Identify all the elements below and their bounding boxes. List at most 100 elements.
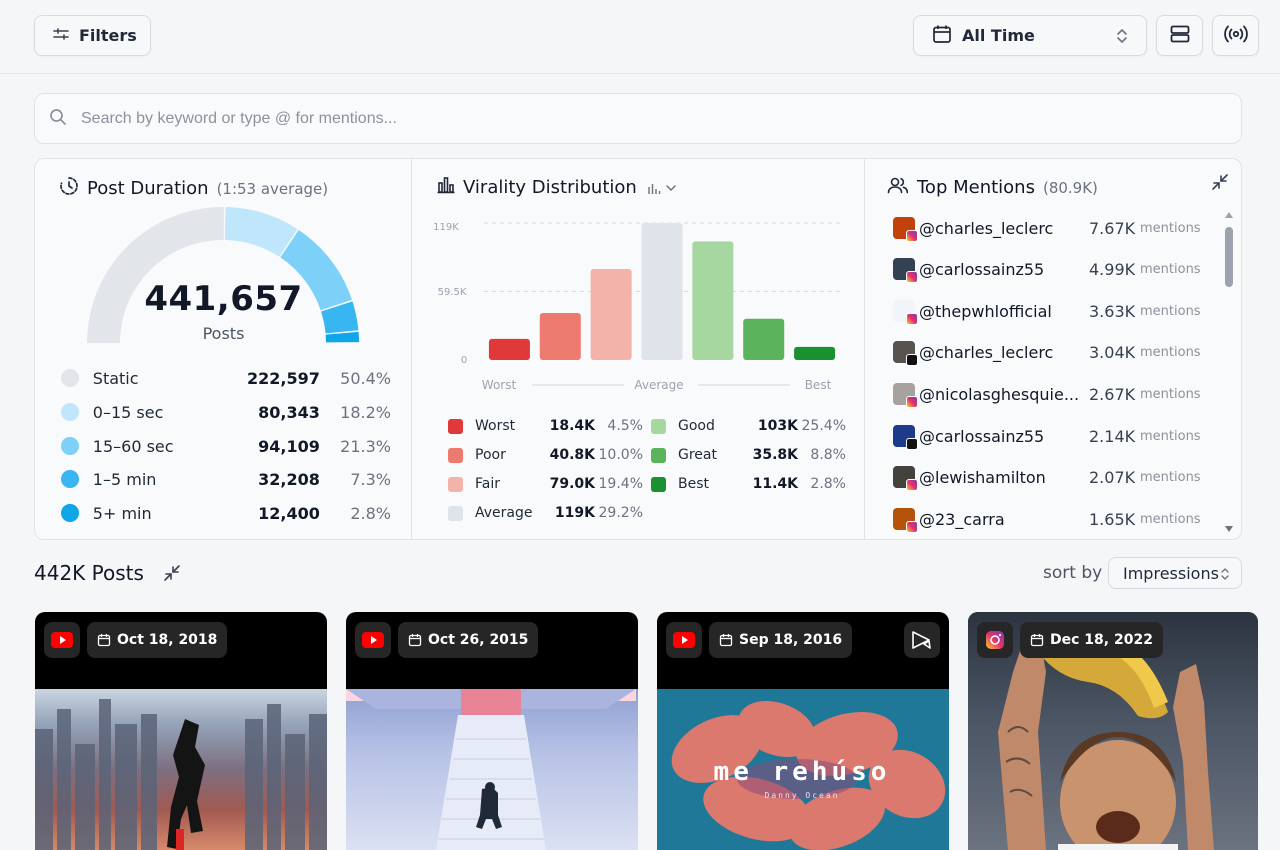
post-date: Dec 18, 2022 <box>1020 622 1163 658</box>
duration-value: 32,208 <box>258 469 320 489</box>
mention-handle: @charles_leclerc <box>919 218 1054 238</box>
virality-chart: 119K 59.5K 0 Worst Average Best <box>433 222 840 392</box>
mention-item[interactable]: @carlossainz55 4.99K mentions <box>893 257 1203 283</box>
bar-best[interactable] <box>794 346 836 360</box>
mentions-scrollbar[interactable] <box>1225 211 1233 533</box>
post-thumbnail: me rehúso Danny Ocean <box>657 689 949 850</box>
mention-item[interactable]: @charles_leclerc 7.67K mentions <box>893 216 1203 242</box>
bar-good[interactable] <box>692 241 734 360</box>
platform-badge-icon <box>906 271 918 283</box>
bar-worst[interactable] <box>488 338 530 360</box>
live-feed-button[interactable] <box>1212 15 1259 56</box>
filters-button[interactable]: Filters <box>34 15 151 56</box>
post-card[interactable]: Oct 26, 2015 <box>346 612 638 850</box>
total-posts-value: 441,657 <box>144 279 303 319</box>
virality-header: Virality Distribution <box>437 176 677 199</box>
bar-fair[interactable] <box>590 269 632 360</box>
calendar-icon <box>97 634 111 647</box>
platform-badge-icon <box>906 438 918 450</box>
virality-value: 11.4K <box>752 476 798 492</box>
post-duration-title: Post Duration <box>87 178 209 199</box>
staircase-image <box>346 689 636 850</box>
sort-select[interactable]: Impressions <box>1108 557 1242 589</box>
post-duration-average: (1:53 average) <box>216 179 329 198</box>
bar-poor[interactable] <box>539 313 581 360</box>
y-tick-label: 119K <box>433 222 459 233</box>
duration-row-0-15: 0–15 sec 80,343 18.2% <box>61 400 391 424</box>
chart-type-dropdown[interactable] <box>647 181 677 195</box>
chevron-down-icon <box>666 184 676 191</box>
scroll-up-arrow-icon[interactable] <box>1225 211 1233 219</box>
virality-label: Poor <box>475 447 506 463</box>
mention-handle: @nicolasghesquie... <box>919 384 1080 404</box>
legend-swatch <box>651 447 666 463</box>
mention-item[interactable]: @23_carra 1.65K mentions <box>893 507 1203 533</box>
virality-value: 18.4K <box>549 418 595 434</box>
top-mentions-header: Top Mentions (80.9K) <box>887 176 1098 199</box>
avatar <box>893 508 918 533</box>
post-card[interactable]: me rehúso Danny Ocean Sep 18, 2016 <box>657 612 949 850</box>
scroll-down-arrow-icon[interactable] <box>1225 525 1233 533</box>
virality-legend-worst: Worst 18.4K 4.5% <box>448 416 643 436</box>
layout-toggle-button[interactable] <box>1156 15 1203 56</box>
mention-handle: @23_carra <box>919 509 1005 529</box>
legend-swatch <box>61 403 79 421</box>
clock-icon <box>59 176 79 201</box>
avatar <box>893 300 918 325</box>
mention-handle: @charles_leclerc <box>919 342 1054 362</box>
calendar-icon <box>408 634 422 647</box>
sliders-icon <box>53 26 69 45</box>
mention-item[interactable]: @lewishamilton 2.07K mentions <box>893 465 1203 491</box>
avatar <box>893 383 918 408</box>
post-card[interactable]: Dec 18, 2022 <box>968 612 1258 850</box>
collapse-posts-icon[interactable] <box>163 564 181 586</box>
post-date: Sep 18, 2016 <box>709 622 853 658</box>
legend-swatch <box>448 447 463 463</box>
post-date-text: Oct 18, 2018 <box>117 632 218 648</box>
mention-item[interactable]: @nicolasghesquie... 2.67K mentions <box>893 382 1203 408</box>
posts-count-title: 442K Posts <box>34 561 144 585</box>
mention-count: 2.14K <box>1089 426 1136 446</box>
mention-item[interactable]: @carlossainz55 2.14K mentions <box>893 424 1203 450</box>
play-video-button[interactable] <box>904 622 940 658</box>
virality-label: Fair <box>475 476 500 492</box>
insights-panels: Post Duration (1:53 average) 441,657 Pos… <box>34 158 1242 540</box>
post-thumbnail <box>346 689 638 850</box>
users-icon <box>887 176 909 199</box>
youtube-icon <box>44 622 80 658</box>
instagram-icon <box>977 622 1013 658</box>
mention-unit: mentions <box>1140 511 1201 527</box>
virality-percent: 8.8% <box>810 447 846 463</box>
virality-value: 40.8K <box>549 447 595 463</box>
post-card[interactable]: Oct 18, 2018 <box>35 612 327 850</box>
duration-row-static: Static 222,597 50.4% <box>61 366 391 390</box>
collapse-icon[interactable] <box>1211 173 1229 195</box>
x-axis-left-label: Worst <box>482 378 517 392</box>
bar-great[interactable] <box>743 318 785 360</box>
search-input[interactable] <box>81 109 1181 128</box>
duration-label: 0–15 sec <box>92 402 164 422</box>
mention-count: 2.67K <box>1089 384 1136 404</box>
mention-item[interactable]: @thepwhlofficial 3.63K mentions <box>893 299 1203 325</box>
scrollbar-thumb[interactable] <box>1225 227 1233 287</box>
bar-average[interactable] <box>641 223 683 360</box>
mention-count: 3.63K <box>1089 301 1136 321</box>
virality-label: Best <box>678 476 710 492</box>
mention-handle: @carlossainz55 <box>919 259 1045 279</box>
duration-label: 15–60 sec <box>92 436 174 456</box>
post-date-text: Dec 18, 2022 <box>1050 632 1153 648</box>
platform-badge-icon <box>906 230 918 242</box>
virality-legend-average: Average 119K 29.2% <box>448 503 643 523</box>
x-axis-middle-label: Average <box>634 378 683 392</box>
duration-label: 5+ min <box>92 503 152 523</box>
youtube-icon <box>666 622 702 658</box>
virality-value: 79.0K <box>549 476 595 492</box>
mention-unit: mentions <box>1140 428 1201 444</box>
duration-value: 12,400 <box>258 503 320 523</box>
duration-percent: 21.3% <box>340 436 391 456</box>
mention-item[interactable]: @charles_leclerc 3.04K mentions <box>893 340 1203 366</box>
platform-badge-icon <box>906 354 918 366</box>
legend-swatch <box>448 476 463 492</box>
duration-row-1-5: 1–5 min 32,208 7.3% <box>61 467 391 491</box>
time-range-select[interactable]: All Time <box>913 15 1147 56</box>
